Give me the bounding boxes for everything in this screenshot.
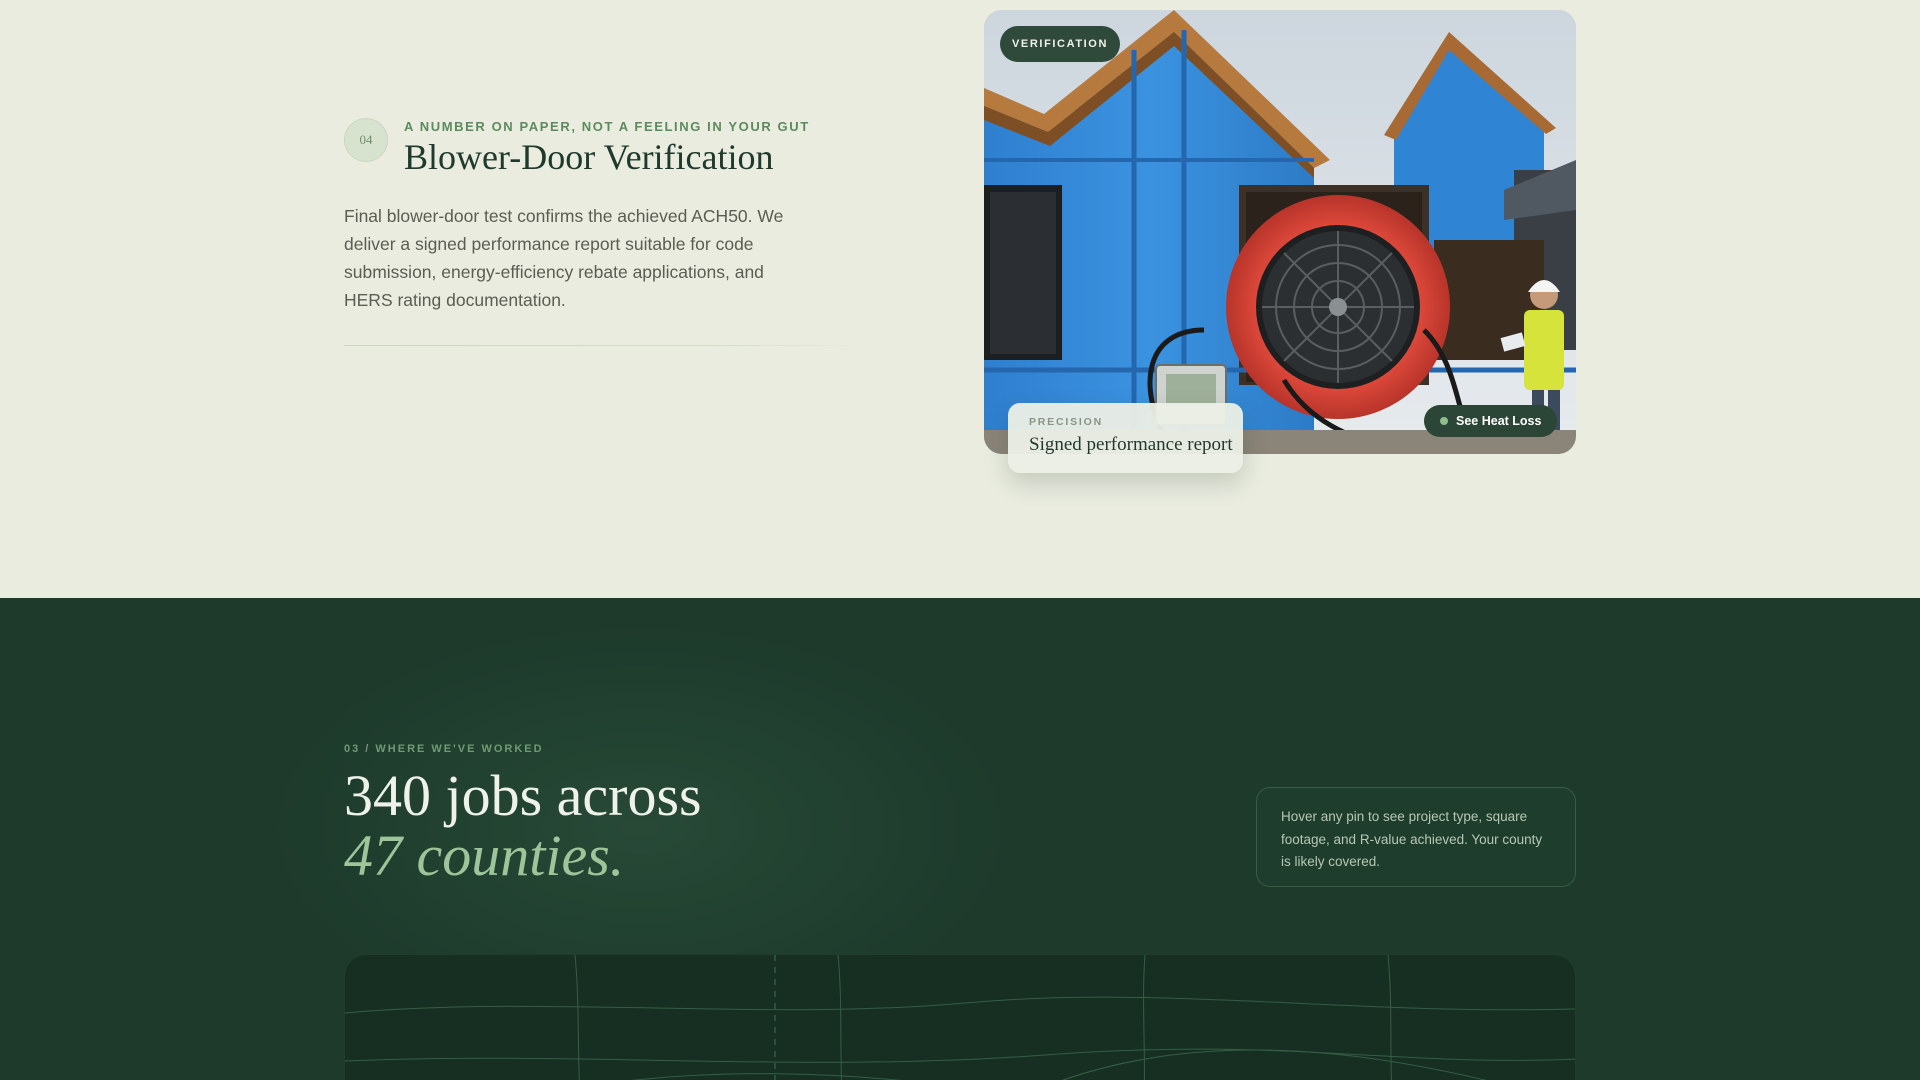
map-hint-card: Hover any pin to see project type, squar… (1256, 787, 1576, 887)
process-step-section: 04 A NUMBER ON PAPER, NOT A FEELING IN Y… (0, 0, 1920, 598)
coverage-headline: 340 jobs across 47 counties. (344, 766, 702, 886)
see-heat-loss-label: See Heat Loss (1456, 414, 1542, 428)
verification-photo (984, 10, 1576, 454)
step-eyebrow: A NUMBER ON PAPER, NOT A FEELING IN YOUR… (404, 119, 810, 134)
step-divider (344, 345, 864, 346)
info-card-value: Signed performance report (1029, 434, 1233, 455)
section-eyebrow: 03 / WHERE WE'VE WORKED (344, 743, 544, 755)
precision-info-card: PRECISION Signed performance report (1008, 403, 1243, 473)
status-dot-icon (1440, 417, 1448, 425)
see-heat-loss-button[interactable]: See Heat Loss (1424, 405, 1558, 437)
blower-door-test-illustration (984, 10, 1576, 454)
coverage-section: 03 / WHERE WE'VE WORKED 340 jobs across … (0, 598, 1920, 1080)
coverage-map[interactable] (344, 954, 1576, 1080)
step-description: Final blower-door test confirms the achi… (344, 206, 784, 310)
headline-line-1: 340 jobs across (344, 763, 702, 828)
step-title: Blower-Door Verification (404, 137, 774, 177)
headline-line-2: 47 counties. (344, 823, 625, 888)
verification-tag: VERIFICATION (1000, 26, 1120, 62)
info-card-label: PRECISION (1029, 416, 1103, 428)
county-map-lines (345, 955, 1575, 1080)
step-number-badge: 04 (344, 118, 388, 162)
